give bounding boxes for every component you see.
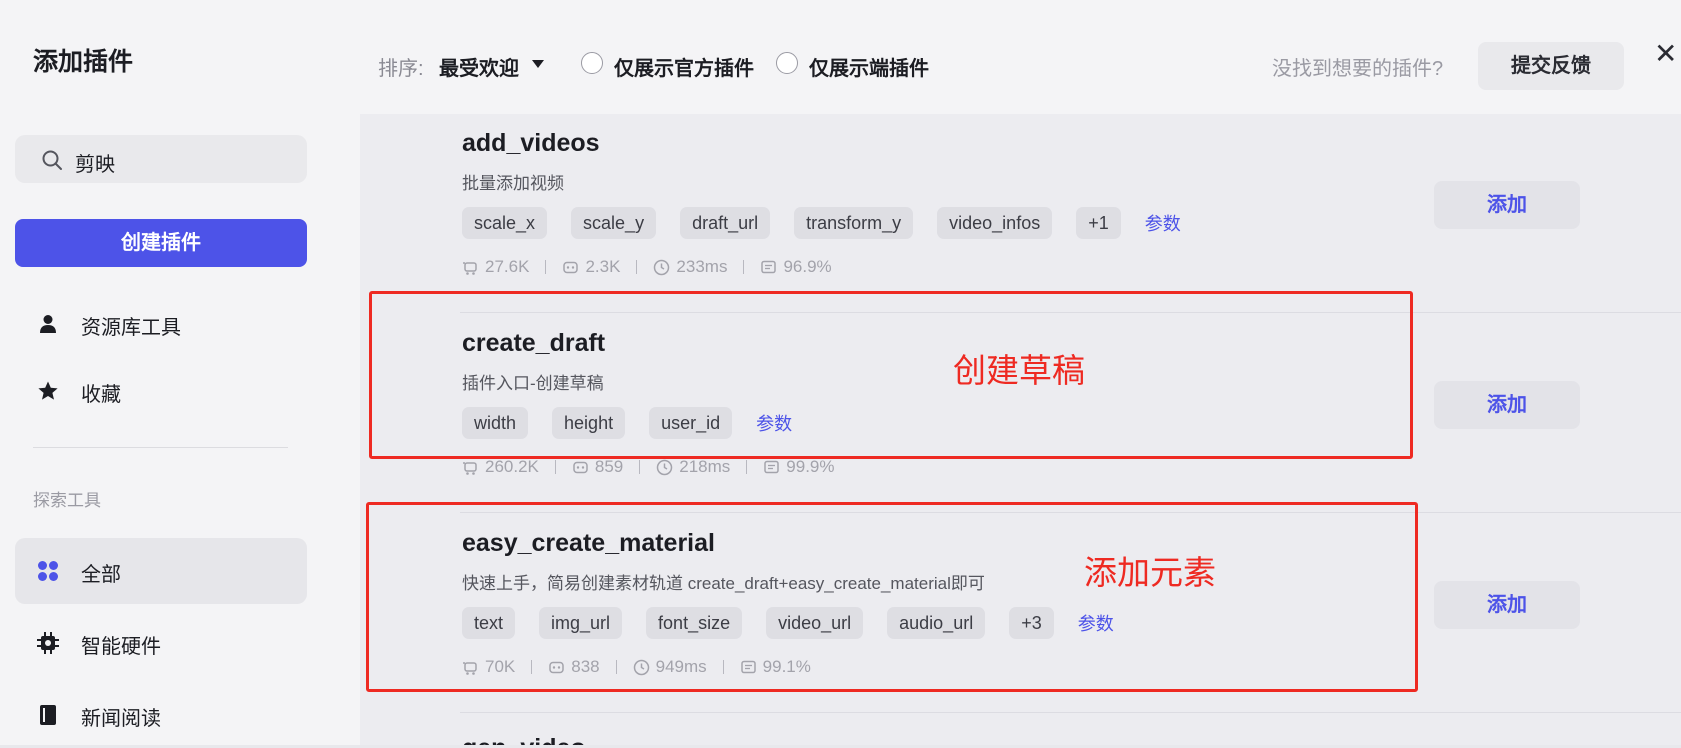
plugin-card: add_videos 批量添加视频 scale_x scale_y draft_…: [360, 114, 1681, 313]
param-tag: scale_y: [571, 207, 657, 239]
plugin-name-partial[interactable]: gen_video: [462, 734, 586, 745]
cart-icon: [463, 461, 477, 475]
nav-item-resource-library[interactable]: 资源库工具: [15, 291, 307, 357]
plugin-stats: 27.6K 2.3K 233ms 96.9%: [462, 255, 832, 279]
param-tag: transform_y: [794, 207, 914, 239]
avg-latency: 218ms: [679, 457, 731, 476]
plugin-description: 批量添加视频: [462, 174, 564, 193]
submit-feedback-button[interactable]: 提交反馈: [1478, 42, 1624, 90]
param-tag: draft_url: [680, 207, 771, 239]
official-only-radio[interactable]: [581, 52, 603, 74]
params-link[interactable]: 参数: [1145, 210, 1181, 236]
param-tags: scale_x scale_y draft_url transform_y vi…: [462, 207, 1181, 239]
book-icon: [37, 704, 59, 726]
param-tag: video_infos: [937, 207, 1053, 239]
plugin-name[interactable]: add_videos: [462, 129, 600, 158]
more-params-tag[interactable]: +1: [1076, 207, 1121, 239]
grid-icon: [37, 560, 59, 582]
nav-label: 资源库工具: [81, 317, 181, 339]
success-rate: 96.9%: [783, 257, 832, 276]
call-count: 27.6K: [485, 257, 530, 276]
add-plugin-button[interactable]: 添加: [1434, 181, 1580, 229]
search-input[interactable]: 剪映: [15, 135, 307, 183]
avg-latency: 233ms: [676, 257, 728, 276]
sort-label: 排序:: [378, 58, 424, 80]
official-only-label[interactable]: 仅展示官方插件: [614, 52, 754, 81]
add-plugin-button[interactable]: 添加: [1434, 381, 1580, 429]
star-icon: [37, 380, 59, 402]
nav-label: 收藏: [81, 384, 121, 406]
chip-icon: [37, 632, 59, 654]
search-icon: [41, 149, 63, 176]
message-icon: [764, 460, 780, 473]
nav-item-favorites[interactable]: 收藏: [15, 358, 307, 424]
client-only-radio[interactable]: [776, 52, 798, 74]
close-icon[interactable]: ✕: [1654, 40, 1677, 68]
message-icon: [761, 260, 777, 273]
bot-icon: [563, 261, 579, 273]
clock-icon: [657, 459, 673, 475]
call-count: 260.2K: [485, 457, 539, 476]
nav-item-all[interactable]: 全部: [15, 538, 307, 604]
feedback-hint: 没找到想要的插件?: [1272, 58, 1444, 80]
success-rate: 99.9%: [786, 457, 835, 476]
sort-dropdown[interactable]: 最受欢迎: [439, 52, 519, 81]
nav-item-news[interactable]: 新闻阅读: [15, 682, 307, 748]
dialog-title: 添加插件: [33, 48, 134, 76]
nav-label: 全部: [81, 564, 121, 586]
sidebar: 添加插件 剪映 创建插件 资源库工具 收藏 探索工具 全部 智能硬件 新闻阅读: [0, 0, 324, 745]
bot-count: 2.3K: [585, 257, 621, 276]
nav-label: 智能硬件: [81, 636, 161, 658]
sidebar-divider: [33, 447, 288, 448]
search-value: 剪映: [75, 154, 115, 176]
client-only-label[interactable]: 仅展示端插件: [809, 52, 929, 81]
add-plugin-button[interactable]: 添加: [1434, 581, 1580, 629]
section-label-explore: 探索工具: [33, 491, 101, 510]
clock-icon: [654, 259, 670, 275]
cart-icon: [463, 261, 477, 275]
caret-down-icon[interactable]: [532, 60, 544, 68]
annotation-create-draft: 创建草稿: [953, 352, 1085, 389]
toolbar: 排序: 最受欢迎 仅展示官方插件 仅展示端插件 没找到想要的插件? 提交反馈 ✕: [324, 0, 1681, 110]
param-tag: scale_x: [462, 207, 548, 239]
bot-count: 859: [594, 457, 624, 476]
create-plugin-button[interactable]: 创建插件: [15, 219, 307, 267]
highlight-box-easy-create-material: [366, 502, 1418, 692]
annotation-easy-create-material: 添加元素: [1084, 554, 1216, 591]
bot-icon: [573, 461, 588, 473]
nav-label: 新闻阅读: [81, 708, 161, 730]
highlight-box-create-draft: [369, 291, 1413, 459]
user-icon: [37, 313, 59, 335]
nav-item-smart-hardware[interactable]: 智能硬件: [15, 610, 307, 676]
